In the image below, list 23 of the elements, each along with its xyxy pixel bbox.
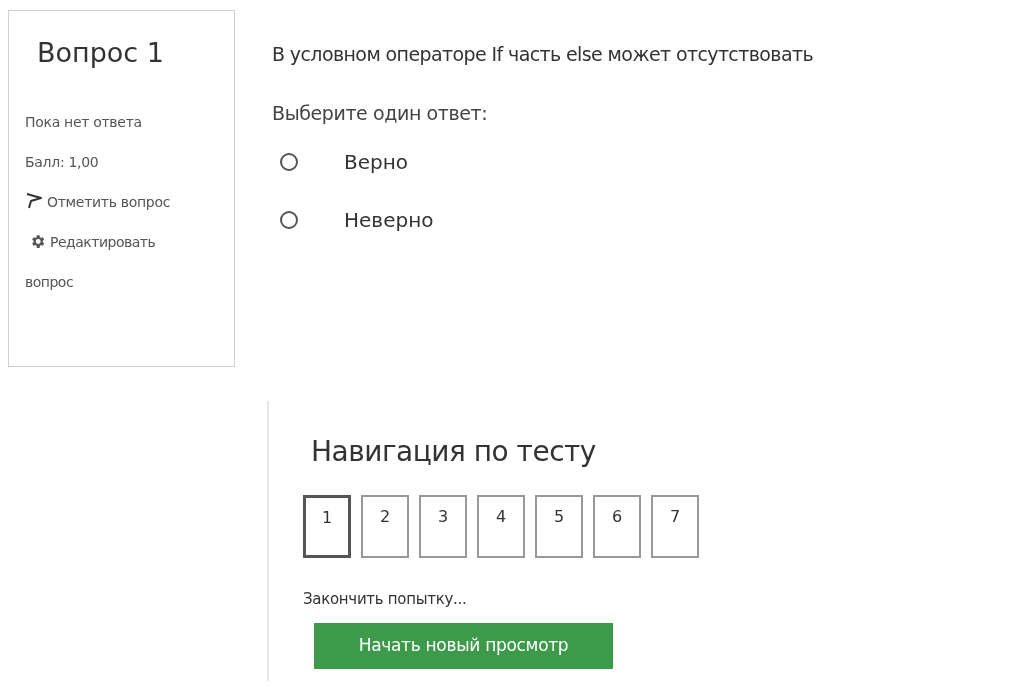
radio-button[interactable] <box>280 153 298 171</box>
flag-icon <box>25 193 43 209</box>
finish-attempt-link[interactable]: Закончить попытку... <box>303 588 467 611</box>
option-label: Верно <box>344 149 409 176</box>
question-number-button[interactable]: 5 <box>535 495 583 558</box>
question-number-button[interactable]: 3 <box>419 495 467 558</box>
question-number-button[interactable]: 4 <box>477 495 525 558</box>
answer-prompt: Выберите один ответ: <box>272 100 489 126</box>
radio-button[interactable] <box>280 211 298 229</box>
question-number-button[interactable]: 1 <box>303 495 351 558</box>
edit-question-link[interactable]: Редактировать вопрос <box>25 222 205 302</box>
flag-question-link[interactable]: Отметить вопрос <box>25 182 175 222</box>
option-label: Неверно <box>344 207 434 234</box>
status-text: Пока нет ответа <box>25 113 143 132</box>
question-number-button[interactable]: 2 <box>361 495 409 558</box>
question-title: Вопрос 1 <box>36 39 165 66</box>
navigation-title: Навигация по тесту <box>311 434 597 470</box>
start-new-preview-button[interactable]: Начать новый просмотр <box>314 622 613 669</box>
question-number-button[interactable]: 6 <box>593 495 641 558</box>
gear-icon <box>29 233 46 250</box>
question-text: В условном операторе If часть else может отсутствовать <box>272 42 813 67</box>
grade-text: Балл: 1,00 <box>25 153 100 172</box>
question-number-button[interactable]: 7 <box>651 495 699 558</box>
